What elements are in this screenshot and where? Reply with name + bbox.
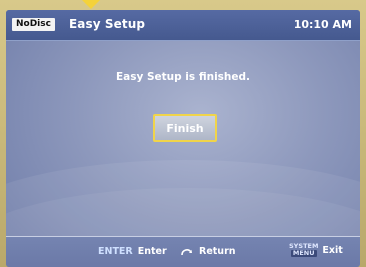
return-hint-label: Return [199, 246, 236, 257]
return-hint[interactable]: Return [180, 246, 236, 257]
top-bar: NoDisc Easy Setup 10:10 AM [6, 10, 360, 41]
enter-hint[interactable]: ENTER Enter [98, 246, 167, 257]
completion-message: Easy Setup is finished. [115, 71, 251, 83]
page-title: Easy Setup [69, 17, 146, 31]
enter-hint-label: Enter [137, 246, 167, 257]
exit-hint-label: Exit [322, 244, 343, 256]
exit-hint[interactable]: SYSTEM MENU Exit [289, 243, 343, 257]
finish-button[interactable]: Finish [153, 114, 217, 142]
pointer-marker-icon [82, 0, 100, 9]
clock: 10:10 AM [293, 18, 352, 31]
disc-status-badge: NoDisc [12, 18, 55, 31]
system-menu-key-icon: SYSTEM MENU [289, 243, 318, 257]
system-key-bottom-label: MENU [290, 249, 317, 257]
return-arrow-icon [181, 248, 192, 255]
tv-screen: NoDisc Easy Setup 10:10 AM Easy Setup is… [6, 10, 360, 267]
finish-button-label: Finish [166, 121, 204, 135]
enter-key-icon: ENTER [98, 246, 133, 257]
bottom-bar: ENTER Enter Return SYSTEM MENU Exit [6, 236, 360, 267]
